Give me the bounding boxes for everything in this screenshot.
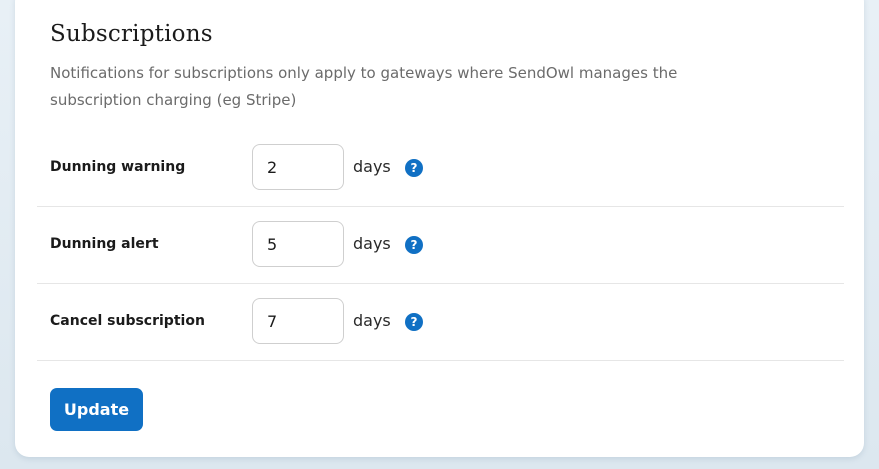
setting-row-dunning-warning: Dunning warning days ? xyxy=(37,129,844,207)
cancel-subscription-input[interactable] xyxy=(252,298,344,344)
section-title: Subscriptions xyxy=(50,21,213,47)
setting-row-dunning-alert: Dunning alert days ? xyxy=(37,206,844,284)
dunning-alert-unit: days xyxy=(353,234,391,253)
setting-row-cancel-subscription: Cancel subscription days ? xyxy=(37,283,844,361)
dunning-alert-label: Dunning alert xyxy=(50,236,159,252)
help-icon[interactable]: ? xyxy=(405,236,423,254)
dunning-warning-unit: days xyxy=(353,157,391,176)
dunning-warning-input[interactable] xyxy=(252,144,344,190)
dunning-alert-input[interactable] xyxy=(252,221,344,267)
dunning-warning-label: Dunning warning xyxy=(50,159,186,175)
subscriptions-card: Subscriptions Notifications for subscrip… xyxy=(15,0,864,457)
cancel-subscription-unit: days xyxy=(353,311,391,330)
help-icon[interactable]: ? xyxy=(405,159,423,177)
help-icon[interactable]: ? xyxy=(405,313,423,331)
update-button[interactable]: Update xyxy=(50,388,143,431)
cancel-subscription-label: Cancel subscription xyxy=(50,313,205,329)
section-description: Notifications for subscriptions only app… xyxy=(50,64,678,109)
